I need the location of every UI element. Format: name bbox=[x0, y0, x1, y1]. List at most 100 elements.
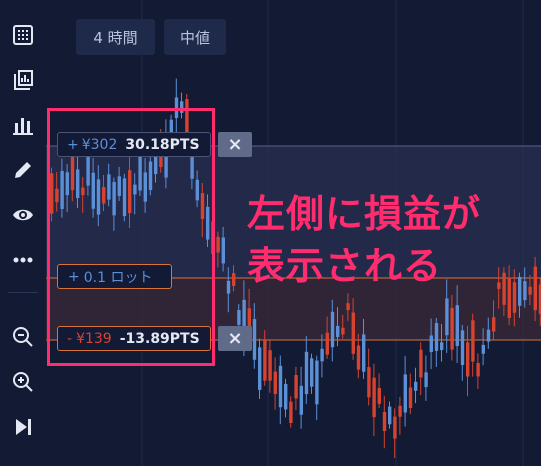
toolbar-divider bbox=[8, 292, 38, 293]
candle-body bbox=[533, 266, 537, 311]
candle-body bbox=[497, 282, 501, 289]
candle-body bbox=[273, 371, 277, 395]
candle-body bbox=[408, 387, 413, 408]
candle-body bbox=[60, 170, 64, 209]
candle-body bbox=[398, 405, 402, 417]
lot-amount: 0.1 ロット bbox=[83, 269, 153, 286]
candle-body bbox=[216, 236, 220, 253]
candle-body bbox=[492, 317, 496, 332]
candle-body bbox=[356, 345, 361, 370]
candle-body bbox=[528, 286, 532, 295]
skip-to-end-icon[interactable] bbox=[9, 413, 37, 441]
candle-body bbox=[284, 383, 288, 410]
eye-icon[interactable] bbox=[9, 201, 37, 229]
candle-body bbox=[200, 193, 205, 219]
candle-body bbox=[460, 330, 465, 365]
candle-body bbox=[388, 406, 392, 425]
candle-body bbox=[138, 152, 142, 191]
left-toolbar bbox=[0, 0, 46, 466]
candle-body bbox=[128, 170, 132, 214]
candle-body bbox=[518, 276, 522, 306]
candle-body bbox=[372, 377, 376, 418]
zoom-out-icon[interactable] bbox=[9, 323, 37, 351]
candle-body bbox=[268, 350, 272, 381]
candle-body bbox=[107, 174, 111, 200]
candle-body bbox=[414, 381, 418, 391]
candle-body bbox=[445, 298, 449, 336]
candle-body bbox=[325, 332, 329, 355]
stop-loss-amount: ¥139 bbox=[76, 330, 112, 347]
timeframe-button[interactable]: 4 時間 bbox=[76, 19, 155, 55]
candle-body bbox=[195, 179, 199, 201]
stop-loss-close-button[interactable]: × bbox=[218, 326, 252, 351]
candle-body bbox=[377, 387, 381, 404]
pencil-icon[interactable] bbox=[9, 156, 37, 184]
candle-body bbox=[102, 187, 106, 204]
candle-body bbox=[481, 344, 485, 354]
candle-body bbox=[122, 178, 127, 217]
take-profit-label[interactable]: + ¥302 30.18PTS bbox=[57, 132, 211, 157]
annotation-line-1: 左側に損益が bbox=[247, 192, 482, 236]
candle-body bbox=[91, 172, 95, 209]
candle-body bbox=[148, 161, 153, 191]
stop-loss-label[interactable]: - ¥139 -13.89PTS bbox=[57, 326, 211, 351]
candle-body bbox=[143, 172, 147, 202]
more-icon[interactable] bbox=[9, 246, 37, 274]
annotation: 左側に損益が 表示される bbox=[247, 188, 481, 292]
candle-body bbox=[471, 320, 475, 362]
candle-body bbox=[294, 375, 298, 399]
annotation-line-2: 表示される bbox=[247, 244, 443, 288]
take-profit-sign: + bbox=[67, 136, 79, 153]
lot-label[interactable]: + 0.1 ロット bbox=[57, 264, 172, 289]
candle-body bbox=[393, 416, 397, 439]
candle-body bbox=[502, 272, 506, 305]
candle-body bbox=[403, 374, 407, 413]
trading-app: 4 時間 中値 + ¥302 30.18PTS × + 0.1 ロット - ¥1… bbox=[0, 0, 541, 466]
candle-body bbox=[429, 335, 433, 353]
candle-body bbox=[299, 385, 303, 415]
candle-body bbox=[65, 172, 69, 196]
candle-body bbox=[232, 273, 236, 286]
candle-body bbox=[81, 187, 85, 196]
candle-body bbox=[304, 351, 309, 395]
candle-body bbox=[252, 319, 257, 360]
calculator-icon[interactable] bbox=[9, 21, 37, 49]
candle-body bbox=[440, 342, 444, 351]
candle-body bbox=[70, 154, 75, 191]
candle-body bbox=[310, 358, 314, 387]
candle-body bbox=[258, 347, 262, 390]
price-type-button[interactable]: 中値 bbox=[164, 19, 226, 55]
candle-body bbox=[424, 372, 428, 388]
stop-loss-sign: - bbox=[67, 330, 73, 347]
take-profit-amount: ¥302 bbox=[81, 136, 118, 153]
candle-body bbox=[512, 282, 517, 313]
candle-body bbox=[450, 307, 454, 350]
candle-body bbox=[382, 411, 387, 431]
candle-body bbox=[96, 179, 101, 215]
candle-body bbox=[174, 97, 179, 119]
candle-body bbox=[263, 339, 267, 381]
candle-body bbox=[133, 184, 137, 195]
take-profit-close-button[interactable]: × bbox=[218, 132, 252, 157]
zoom-in-icon[interactable] bbox=[9, 368, 37, 396]
candle-body bbox=[112, 182, 116, 216]
candle-body bbox=[362, 334, 366, 372]
candle-body bbox=[206, 206, 210, 240]
candle-body bbox=[367, 367, 371, 398]
candle-body bbox=[117, 176, 121, 196]
candle-body bbox=[336, 325, 340, 338]
candle-body bbox=[211, 221, 215, 254]
candle-body bbox=[466, 342, 470, 377]
chart-pages-icon[interactable] bbox=[9, 66, 37, 94]
candle-body bbox=[330, 311, 335, 348]
stop-loss-pts: -13.89PTS bbox=[119, 330, 200, 347]
candle-body bbox=[278, 365, 283, 408]
candle-body bbox=[351, 312, 355, 354]
candle-body bbox=[523, 281, 527, 301]
candle-body bbox=[476, 363, 480, 377]
candle-body bbox=[50, 173, 54, 214]
candle-body bbox=[226, 280, 231, 294]
candle-body bbox=[180, 101, 184, 113]
bar-chart-icon[interactable] bbox=[9, 111, 37, 139]
candle-body bbox=[55, 188, 59, 203]
